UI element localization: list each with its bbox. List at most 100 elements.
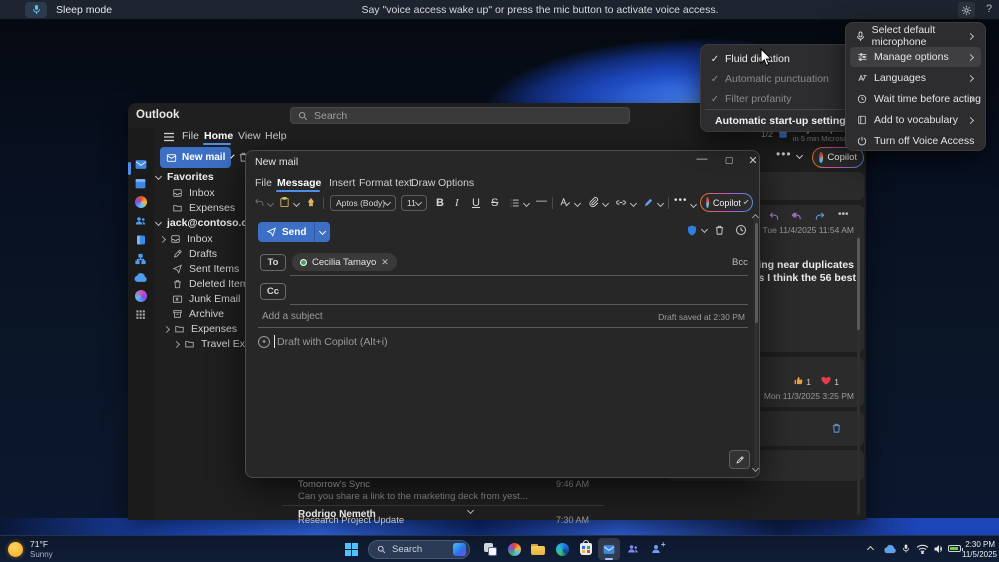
menu-item-add-to-vocabulary[interactable]: Add to vocabulary — [850, 110, 981, 130]
editor-pen-chevron-icon[interactable] — [657, 200, 664, 207]
undo-chevron-icon[interactable] — [267, 200, 274, 207]
tray-hidden-icons-chevron[interactable] — [867, 546, 874, 553]
list-format-icon[interactable] — [509, 198, 520, 208]
attach-file-icon[interactable] — [588, 196, 599, 208]
tab-file[interactable]: File — [182, 130, 199, 142]
folder-item-sent[interactable]: Sent Items — [172, 263, 239, 275]
task-view-button[interactable] — [479, 538, 501, 560]
compose-copilot-button[interactable]: Copilot — [700, 193, 753, 212]
discard-draft-trash-icon[interactable] — [831, 422, 842, 434]
tab-help[interactable]: Help — [265, 130, 287, 142]
underline-button[interactable]: U — [472, 197, 480, 209]
bold-button[interactable]: B — [436, 197, 444, 209]
more-apps-grid-icon[interactable] — [135, 309, 146, 320]
submenu-item-fluid-dictation[interactable]: ✓ Fluid dictation — [705, 49, 849, 69]
text-styles-chevron-icon[interactable] — [574, 200, 581, 207]
new-mail-button[interactable]: New mail — [160, 147, 231, 168]
folder-item-deleted[interactable]: Deleted Items — [172, 278, 254, 290]
menu-item-wait-time[interactable]: Wait time before acting — [850, 89, 981, 109]
calendar-app-icon[interactable] — [134, 177, 147, 190]
org-explorer-app-icon[interactable] — [134, 253, 147, 265]
italic-button[interactable]: I — [455, 197, 459, 209]
subject-placeholder[interactable]: Add a subject — [262, 311, 323, 322]
edge-button[interactable] — [551, 538, 573, 560]
cc-button[interactable]: Cc — [260, 283, 286, 300]
voice-settings-gear-icon[interactable] — [958, 2, 975, 18]
ribbon-overflow-icon[interactable]: ••• — [776, 147, 792, 161]
more-formatting-icon[interactable]: — — [536, 195, 547, 207]
microphone-tray-icon[interactable] — [902, 543, 910, 554]
paste-icon[interactable] — [279, 196, 290, 208]
insert-link-icon[interactable] — [615, 197, 627, 208]
volume-tray-icon[interactable] — [933, 544, 945, 554]
send-split-button[interactable]: Send — [258, 222, 330, 242]
wifi-tray-icon[interactable] — [916, 544, 929, 554]
send-options-chevron[interactable] — [314, 222, 330, 242]
folder-item-expenses[interactable]: Expenses — [164, 323, 237, 335]
thumbs-up-reaction-icon[interactable] — [793, 375, 804, 386]
heart-reaction-icon[interactable] — [820, 375, 832, 386]
onedrive-tray-icon[interactable] — [883, 544, 897, 554]
sensitivity-chevron-icon[interactable] — [701, 226, 708, 233]
reply-all-icon[interactable] — [790, 211, 802, 222]
submenu-item-automatic-startup[interactable]: Automatic start-up setting — [705, 111, 849, 131]
submenu-item-filter-profanity[interactable]: ✓ Filter profanity — [705, 89, 849, 109]
tab-view[interactable]: View — [238, 130, 261, 142]
new-mail-chevron-icon[interactable] — [231, 154, 235, 158]
compose-tab-draw[interactable]: Draw — [411, 177, 436, 189]
onedrive-app-icon[interactable] — [133, 272, 148, 283]
menu-item-select-default-microphone[interactable]: Select default microphone — [850, 26, 981, 46]
mail-app-icon[interactable] — [134, 158, 148, 171]
menu-item-manage-options[interactable]: Manage options — [850, 47, 981, 67]
remove-recipient-icon[interactable]: ✕ — [381, 257, 389, 268]
hamburger-menu-icon[interactable] — [163, 132, 175, 142]
maximize-button[interactable]: ▢ — [718, 155, 740, 166]
microsoft-store-button[interactable] — [575, 538, 597, 560]
submenu-item-automatic-punctuation[interactable]: ✓ Automatic punctuation — [705, 69, 849, 89]
outlook-taskbar-button[interactable] — [598, 538, 620, 560]
voice-help-icon[interactable]: ? — [986, 3, 992, 15]
to-button[interactable]: To — [260, 254, 286, 271]
teams-button[interactable] — [622, 538, 644, 560]
copilot-app-icon[interactable] — [135, 290, 147, 302]
folder-group-favorites[interactable]: Favorites — [156, 171, 214, 183]
reading-pane-scrollbar[interactable] — [857, 235, 860, 515]
todo-app-icon[interactable] — [135, 234, 147, 246]
editor-pen-icon[interactable] — [643, 197, 654, 208]
file-explorer-button[interactable] — [527, 538, 549, 560]
reply-icon[interactable] — [768, 211, 780, 222]
compose-tab-file[interactable]: File — [255, 177, 272, 189]
folder-item-inbox[interactable]: Inbox — [160, 233, 213, 245]
recipient-chip[interactable]: Cecilia Tamayo ✕ — [292, 253, 397, 271]
people-app-icon[interactable] — [134, 215, 147, 227]
compose-scrollbar[interactable] — [754, 217, 758, 473]
link-chevron-icon[interactable] — [630, 200, 637, 207]
discard-trash-icon[interactable] — [714, 224, 725, 236]
forward-icon[interactable] — [814, 211, 826, 222]
ink-pen-button[interactable] — [729, 450, 750, 469]
people-add-button[interactable]: + — [645, 538, 667, 560]
folder-item-fav-inbox[interactable]: Inbox — [172, 187, 215, 199]
close-button[interactable]: ✕ — [742, 154, 764, 167]
ribbon-collapse-chevron-icon[interactable] — [796, 152, 803, 159]
widgets-button[interactable] — [503, 538, 525, 560]
body-placeholder[interactable]: Draft with Copilot (Alt+i) — [277, 336, 388, 348]
message-more-options-icon[interactable]: ••• — [838, 209, 849, 220]
menu-item-languages[interactable]: Languages — [850, 68, 981, 88]
font-name-select[interactable]: Aptos (Body) — [330, 195, 396, 211]
taskbar-search-box[interactable]: Search — [368, 540, 470, 559]
strikethrough-button[interactable]: S — [491, 197, 498, 209]
bcc-button[interactable]: Bcc — [732, 257, 748, 268]
format-painter-icon[interactable] — [306, 196, 316, 208]
voice-mic-button[interactable] — [25, 2, 47, 18]
sensitivity-shield-icon[interactable] — [686, 224, 698, 237]
font-size-select[interactable]: 11 — [401, 195, 427, 211]
folder-item-fav-expenses[interactable]: Expenses — [172, 202, 235, 214]
list-format-chevron-icon[interactable] — [523, 200, 530, 207]
attach-chevron-icon[interactable] — [602, 200, 609, 207]
toolbar-overflow-icon[interactable]: ••• — [674, 195, 688, 206]
schedule-send-icon[interactable] — [735, 224, 747, 236]
menu-item-turn-off-voice-access[interactable]: Turn off Voice Access — [850, 131, 981, 151]
tab-home[interactable]: Home — [204, 130, 233, 142]
weather-widget[interactable]: 71°F Sunny — [8, 538, 53, 561]
